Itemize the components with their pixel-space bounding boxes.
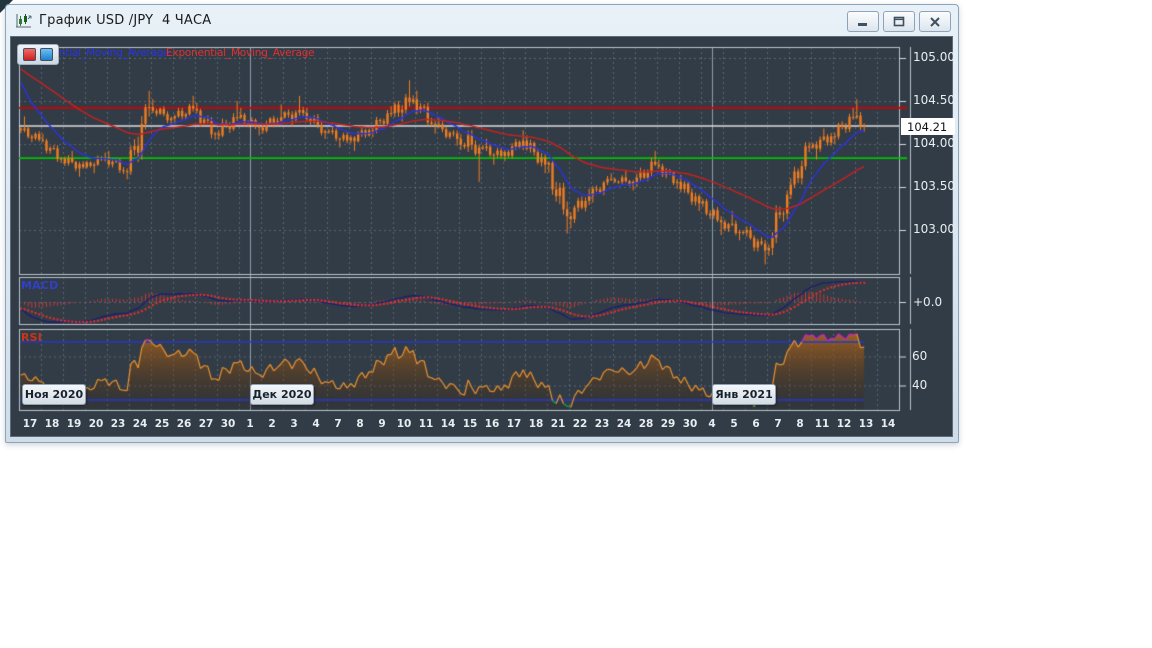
date-label: 30 [678,418,702,430]
date-label: 11 [414,418,438,430]
date-label: 25 [150,418,174,430]
date-label: 22 [568,418,592,430]
date-label: 12 [832,418,856,430]
price-tick-label: 104.50 [913,93,955,107]
restore-icon [893,16,905,27]
date-label: 24 [612,418,636,430]
date-label: 14 [876,418,900,430]
date-label: 15 [458,418,482,430]
current-price-badge: 104.21 [901,118,955,135]
rsi-panel-label: RSI [21,331,42,344]
month-badge: Дек 2020 [250,384,314,405]
date-label: 13 [854,418,878,430]
date-label: 29 [656,418,680,430]
date-label: 4 [304,418,328,430]
month-badge: Ноя 2020 [22,384,86,405]
month-badge: Янв 2021 [712,384,776,405]
close-button[interactable] [919,11,951,32]
titlebar[interactable]: График USD /JPY 4 ЧАСА [6,5,958,35]
date-label: 27 [194,418,218,430]
macd-axis-label: +0.0 [913,295,942,309]
ema-slow-swatch-icon [23,48,36,61]
date-label: 7 [326,418,350,430]
date-label: 6 [744,418,768,430]
legend-chip[interactable] [17,44,59,65]
chart-content: Exponential_Moving_Average Exponential_M… [10,36,953,437]
date-label: 21 [546,418,570,430]
date-label: 2 [260,418,284,430]
chart-window: График USD /JPY 4 ЧАСА Exponential_Movin… [5,4,959,443]
date-label: 10 [392,418,416,430]
date-label: 18 [524,418,548,430]
date-label: 7 [766,418,790,430]
date-label: 28 [634,418,658,430]
window-title: График USD /JPY 4 ЧАСА [39,13,211,28]
date-label: 20 [84,418,108,430]
minimize-button[interactable] [847,11,879,32]
ema-fast-swatch-icon [40,48,53,61]
date-label: 17 [18,418,42,430]
restore-button[interactable] [883,11,915,32]
date-label: 1 [238,418,262,430]
rsi-tick-label: 60 [912,349,927,363]
price-tick-label: 103.50 [913,179,955,193]
chart-canvas[interactable] [11,37,952,436]
chart-icon [15,13,32,28]
close-icon [929,17,941,27]
date-label: 19 [62,418,86,430]
macd-panel-label: MACD [21,279,58,292]
legend-ema-slow-label: Exponential_Moving_Average [166,47,314,59]
date-label: 17 [502,418,526,430]
date-label: 18 [40,418,64,430]
date-label: 16 [480,418,504,430]
date-label: 14 [436,418,460,430]
date-label: 3 [282,418,306,430]
date-label: 30 [216,418,240,430]
date-label: 11 [810,418,834,430]
price-tick-label: 105.00 [913,50,955,64]
date-label: 23 [106,418,130,430]
date-label: 26 [172,418,196,430]
minimize-icon [857,17,869,27]
price-tick-label: 104.00 [913,136,955,150]
date-label: 5 [722,418,746,430]
date-label: 8 [788,418,812,430]
price-tick-label: 103.00 [913,222,955,236]
date-label: 9 [370,418,394,430]
date-label: 8 [348,418,372,430]
date-label: 23 [590,418,614,430]
date-label: 4 [700,418,724,430]
date-label: 24 [128,418,152,430]
rsi-tick-label: 40 [912,378,927,392]
